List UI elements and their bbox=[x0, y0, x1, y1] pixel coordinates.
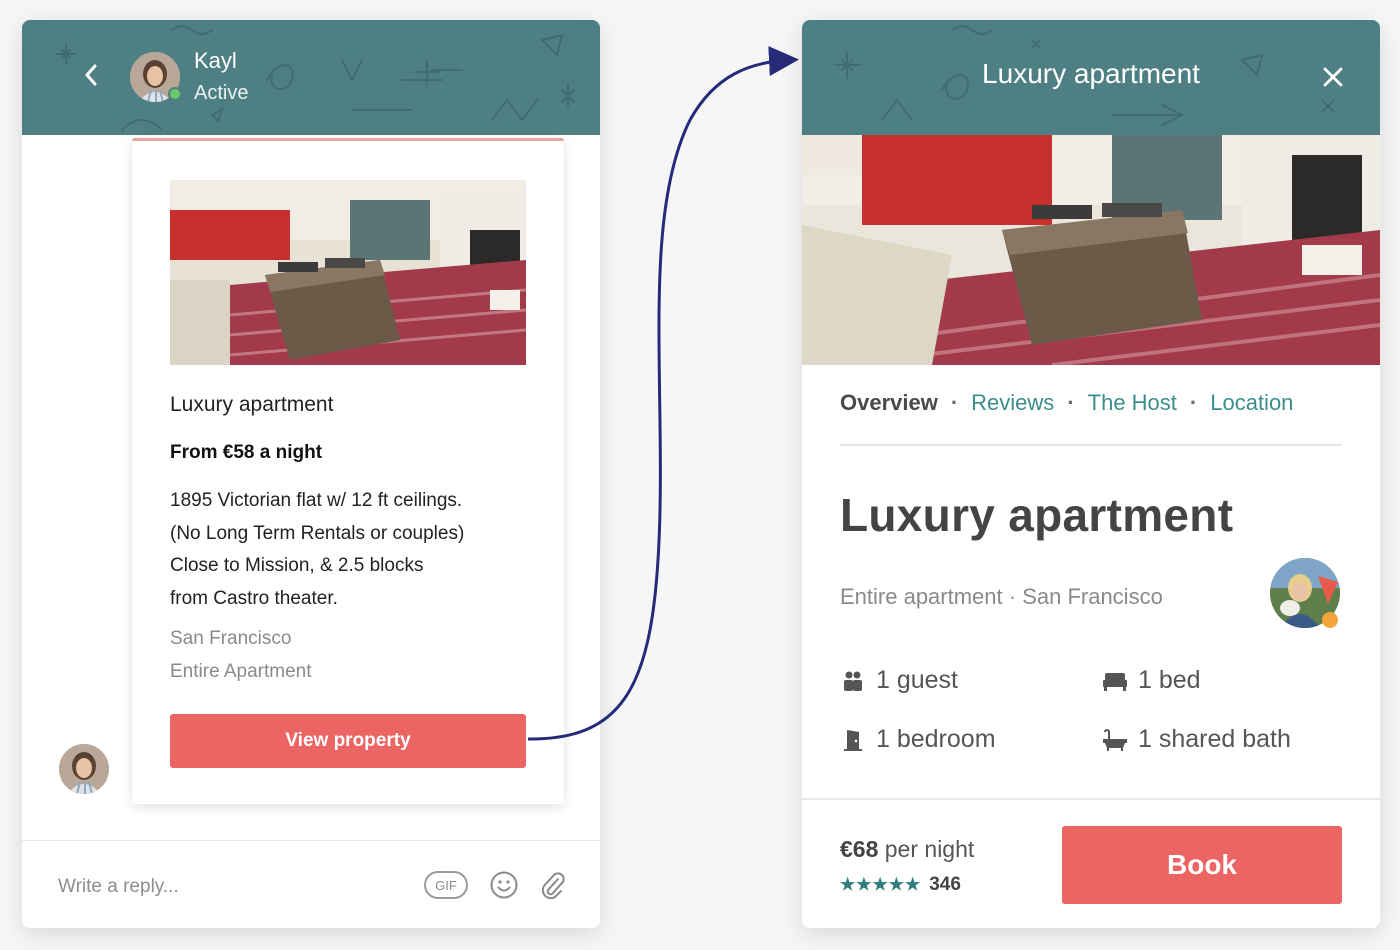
contact-name: Kayl bbox=[194, 48, 237, 73]
booking-footer: €68 per night ★★★★★ 346 Book bbox=[802, 798, 1380, 928]
host-badge bbox=[1322, 612, 1338, 628]
property-subtitle: Entire apartment · San Francisco bbox=[840, 584, 1163, 609]
paperclip-icon bbox=[541, 872, 565, 900]
back-button[interactable] bbox=[78, 60, 104, 90]
view-property-button[interactable]: View property bbox=[170, 714, 526, 768]
detail-header: Luxury apartment bbox=[802, 20, 1380, 135]
tab-separator: · bbox=[1189, 390, 1198, 415]
guests-icon bbox=[840, 668, 866, 694]
chat-window: Kayl Active Luxury apartment From €58 a … bbox=[22, 20, 600, 928]
property-description: 1895 Victorian flat w/ 12 ft ceilings. (… bbox=[170, 485, 530, 615]
smiley-icon bbox=[490, 871, 518, 899]
description-line: Close to Mission, & 2.5 blocks bbox=[170, 555, 424, 576]
header-doodle-pattern bbox=[55, 25, 575, 131]
amenity-label: 1 bed bbox=[1138, 666, 1201, 694]
property-location: San Francisco bbox=[170, 628, 292, 649]
price-unit: per night bbox=[884, 836, 975, 862]
detail-tabs: Overview · Reviews · The Host · Location bbox=[840, 390, 1342, 446]
amenity-guests: 1 guest bbox=[840, 666, 958, 695]
description-line: 1895 Victorian flat w/ 12 ft ceilings. bbox=[170, 490, 463, 511]
tab-location[interactable]: Location bbox=[1210, 390, 1293, 416]
gif-button[interactable]: GIF bbox=[424, 871, 468, 899]
amenity-bedrooms: 1 bedroom bbox=[840, 725, 996, 754]
online-status-dot bbox=[168, 87, 182, 101]
tab-the-host[interactable]: The Host bbox=[1088, 390, 1177, 416]
chat-header: Kayl Active bbox=[22, 20, 600, 135]
property-photo bbox=[170, 180, 526, 365]
amenity-label: 1 bedroom bbox=[876, 725, 996, 753]
property-detail-window: Luxury apartment Overview · Reviews · Th… bbox=[802, 20, 1380, 928]
amenity-beds: 1 bed bbox=[1102, 666, 1201, 695]
tab-separator: · bbox=[1067, 390, 1075, 415]
reply-input[interactable] bbox=[58, 871, 398, 903]
amenity-baths: 1 shared bath bbox=[1102, 725, 1291, 754]
rating: ★★★★★ 346 bbox=[840, 874, 961, 896]
tab-overview[interactable]: Overview bbox=[840, 390, 938, 416]
book-button[interactable]: Book bbox=[1062, 826, 1342, 904]
star-rating-icon: ★★★★★ bbox=[840, 875, 922, 894]
attach-button[interactable] bbox=[536, 869, 568, 901]
price-amount: €68 bbox=[840, 836, 879, 862]
property-price: From €58 a night bbox=[170, 442, 323, 463]
amenity-label: 1 guest bbox=[876, 666, 959, 694]
chevron-left-icon bbox=[85, 64, 97, 86]
emoji-button[interactable] bbox=[488, 869, 520, 901]
tab-separator: · bbox=[950, 390, 959, 415]
detail-header-title: Luxury apartment bbox=[982, 58, 1200, 89]
description-line: (No Long Term Rentals or couples) bbox=[170, 522, 465, 544]
nightly-price: €68 per night bbox=[840, 836, 974, 863]
review-count: 346 bbox=[929, 874, 961, 895]
reply-composer: GIF bbox=[22, 840, 600, 928]
bathtub-icon bbox=[1102, 727, 1128, 753]
contact-status: Active bbox=[194, 82, 249, 104]
property-type: Entire Apartment bbox=[170, 661, 312, 682]
property-message-card: Luxury apartment From €58 a night 1895 V… bbox=[132, 138, 564, 804]
property-title: Luxury apartment bbox=[170, 393, 334, 416]
property-heading: Luxury apartment bbox=[840, 489, 1234, 541]
tab-reviews[interactable]: Reviews bbox=[971, 390, 1054, 416]
bed-icon bbox=[1102, 668, 1128, 694]
property-hero-photo bbox=[802, 135, 1380, 365]
sender-avatar[interactable] bbox=[59, 744, 109, 794]
close-button[interactable] bbox=[1318, 62, 1348, 92]
close-icon bbox=[1323, 67, 1343, 87]
description-line: from Castro theater. bbox=[170, 587, 338, 609]
door-icon bbox=[840, 727, 866, 753]
amenity-label: 1 shared bath bbox=[1138, 725, 1291, 753]
